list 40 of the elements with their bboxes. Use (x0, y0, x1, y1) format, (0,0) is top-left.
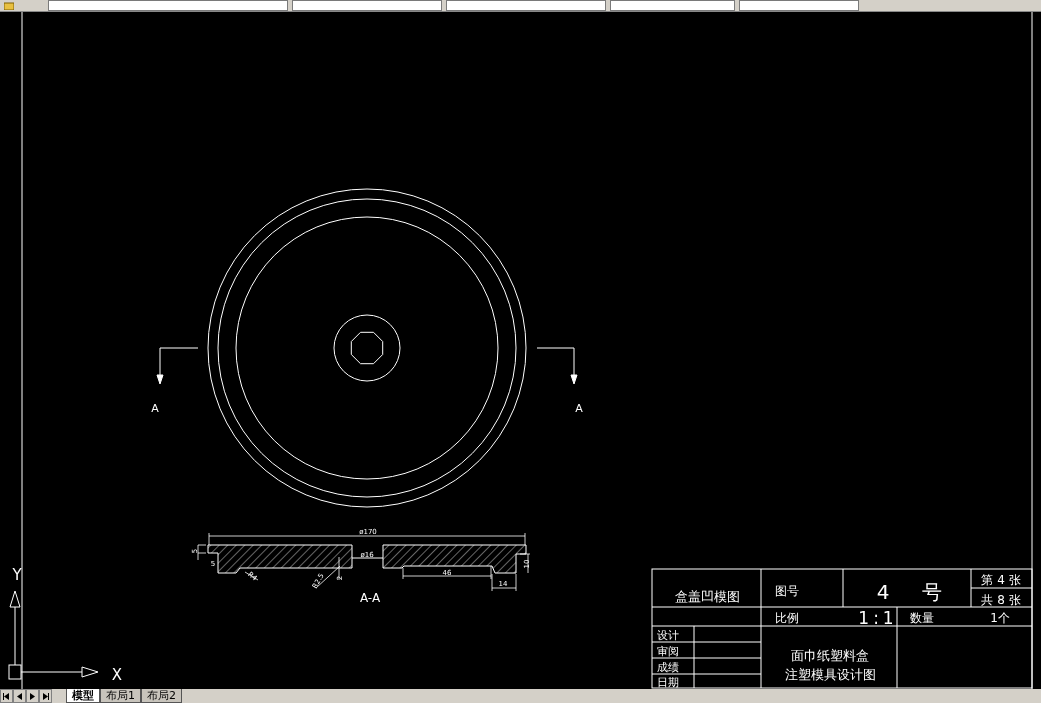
drawing-number: 4 (876, 580, 890, 604)
scale-label: 比例 (775, 611, 799, 625)
scale-value: 1:1 (858, 608, 898, 628)
layer-dropdown[interactable] (48, 0, 288, 11)
prev-arrow-icon (16, 692, 23, 700)
tab-scroll-button[interactable] (0, 689, 13, 703)
section-arrow (536, 347, 578, 385)
role-label: 设计 (657, 629, 679, 642)
project-title: 面巾纸塑料盒 (791, 648, 869, 663)
lineweight-dropdown[interactable] (610, 0, 735, 11)
section-label: A (575, 402, 583, 415)
part-name: 盒盖凹模图 (674, 589, 740, 604)
tab-scroll-button[interactable] (26, 689, 39, 703)
section-view-title: A-A (359, 591, 381, 605)
drawing-number-label: 图号 (775, 584, 799, 598)
next-arrow-icon (29, 692, 36, 700)
x-axis-label: X (111, 666, 123, 684)
project-title: 注塑模具设计图 (784, 667, 876, 682)
drawing-number-suffix: 号 (922, 580, 942, 604)
folder-icon (4, 1, 14, 10)
tab-scroll-button[interactable] (39, 689, 52, 703)
role-label: 成绩 (657, 661, 679, 674)
plotstyle-dropdown[interactable] (739, 0, 859, 11)
tab-scroll-button[interactable] (13, 689, 26, 703)
color-dropdown[interactable] (292, 0, 442, 11)
quantity-label: 数量 (910, 611, 934, 625)
layout-tab[interactable]: 模型 (66, 689, 100, 703)
first-arrow-icon (3, 692, 10, 700)
role-label: 日期 (657, 676, 679, 689)
section-label: A (151, 402, 159, 415)
linetype-dropdown[interactable] (446, 0, 606, 11)
layout-tab[interactable]: 布局1 (100, 689, 141, 703)
layout-tab[interactable]: 布局2 (141, 689, 182, 703)
quantity-value: 1个 (990, 611, 1010, 625)
y-axis-label: Y (12, 566, 22, 584)
section-arrow (156, 347, 199, 385)
sheet-total: 共 8 张 (981, 593, 1021, 607)
sheet-number: 第 4 张 (981, 573, 1021, 587)
last-arrow-icon (42, 692, 49, 700)
role-label: 审阅 (657, 645, 679, 658)
